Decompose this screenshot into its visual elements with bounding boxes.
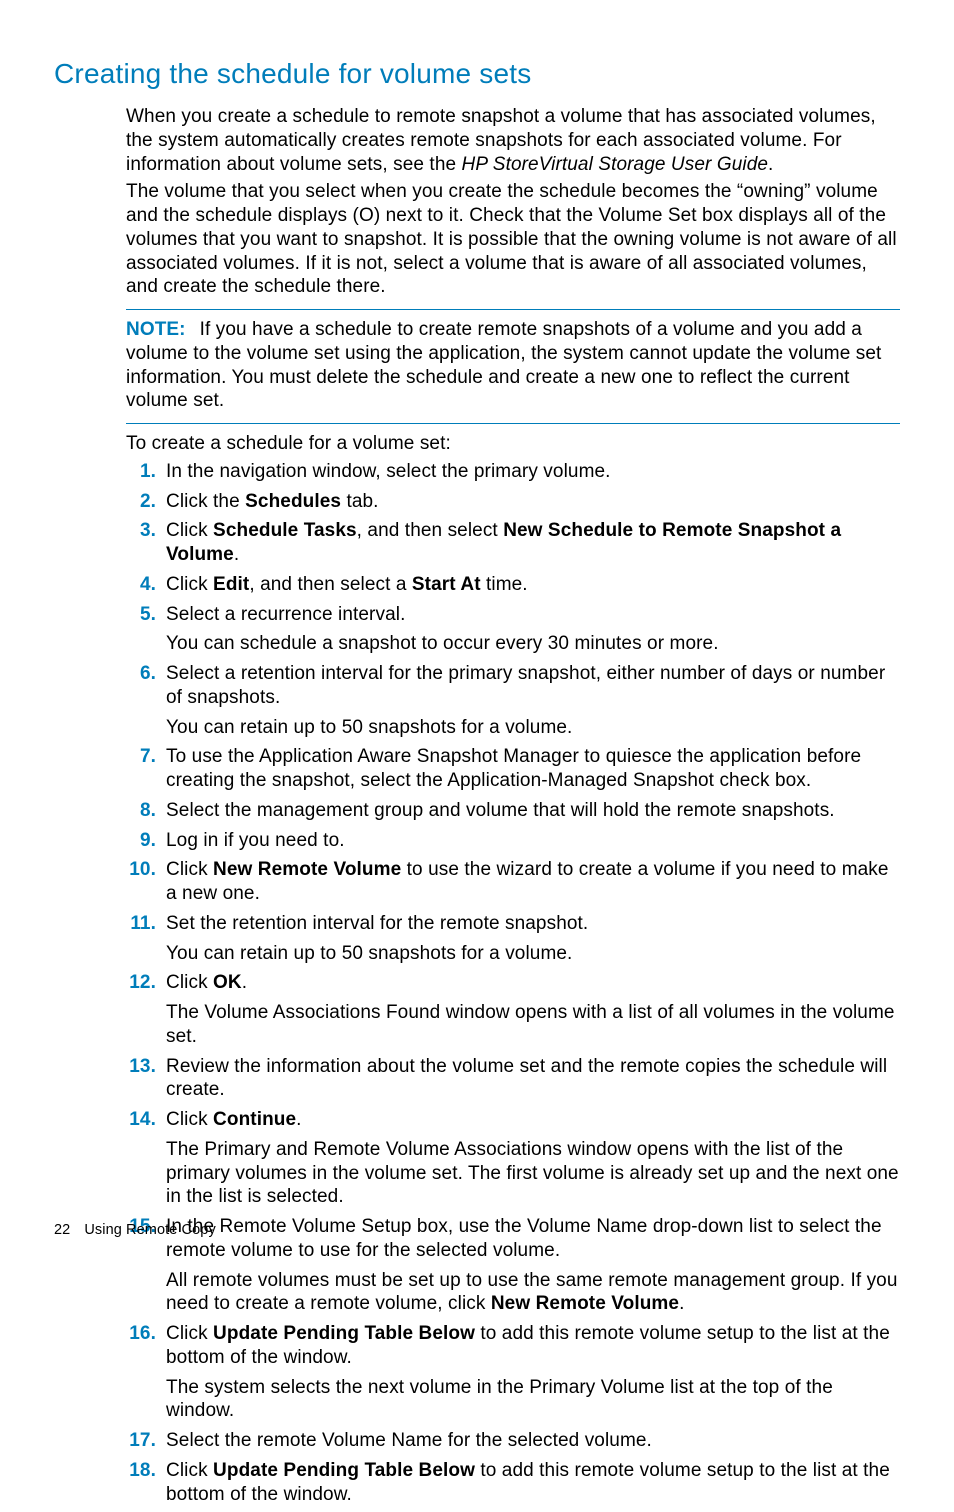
procedure-steps: In the navigation window, select the pri… (126, 460, 900, 1512)
ui-label: Update Pending Table Below (213, 1323, 475, 1344)
step-text: Click Schedule Tasks, and then select Ne… (166, 520, 841, 565)
t: . (242, 972, 247, 993)
step-16: Click Update Pending Table Below to add … (126, 1322, 900, 1429)
step-17: Select the remote Volume Name for the se… (126, 1429, 900, 1459)
section-heading: Creating the schedule for volume sets (54, 56, 900, 91)
ui-label: Edit (213, 574, 249, 595)
ui-label: Start At (412, 574, 481, 595)
t: Click (166, 859, 213, 880)
t: . (234, 544, 239, 565)
t: Click the (166, 491, 245, 512)
note-callout: NOTE:If you have a schedule to create re… (126, 309, 900, 424)
intro-paragraph-1: When you create a schedule to remote sna… (126, 105, 900, 176)
step-2: Click the Schedules tab. (126, 490, 900, 520)
ui-label: OK (213, 972, 242, 993)
step-10: Click New Remote Volume to use the wizar… (126, 858, 900, 912)
step-text: Select a recurrence interval. (166, 604, 405, 625)
step-9: Log in if you need to. (126, 829, 900, 859)
step-1: In the navigation window, select the pri… (126, 460, 900, 490)
step-text: To use the Application Aware Snapshot Ma… (166, 746, 861, 791)
step-text: Click Update Pending Table Below to add … (166, 1323, 890, 1368)
step-text: Review the information about the volume … (166, 1056, 887, 1101)
ui-label: Update Pending Table Below (213, 1460, 475, 1481)
step-subtext: You can retain up to 50 snapshots for a … (166, 942, 900, 966)
intro-paragraph-2: The volume that you select when you crea… (126, 180, 900, 299)
t: Click (166, 1323, 213, 1344)
step-5: Select a recurrence interval. You can sc… (126, 603, 900, 663)
step-12: Click OK. The Volume Associations Found … (126, 971, 900, 1054)
step-6: Select a retention interval for the prim… (126, 662, 900, 745)
step-text: Click OK. (166, 972, 247, 993)
steps-lead-in: To create a schedule for a volume set: (126, 432, 900, 456)
intro-text-1b: . (768, 154, 773, 175)
step-text: Click the Schedules tab. (166, 491, 379, 512)
step-text: Click New Remote Volume to use the wizar… (166, 859, 889, 904)
page-number: 22 (54, 1222, 70, 1238)
t: Click (166, 520, 213, 541)
step-subtext: All remote volumes must be set up to use… (166, 1269, 900, 1317)
t: Click (166, 574, 213, 595)
step-text: In the navigation window, select the pri… (166, 461, 611, 482)
t: . (296, 1109, 301, 1130)
page-footer: 22 Using Remote Copy (54, 1221, 216, 1239)
step-8: Select the management group and volume t… (126, 799, 900, 829)
step-text: Set the retention interval for the remot… (166, 913, 588, 934)
ui-label: Continue (213, 1109, 296, 1130)
step-text: Select the remote Volume Name for the se… (166, 1430, 652, 1451)
step-text: Select a retention interval for the prim… (166, 663, 885, 708)
step-text: Log in if you need to. (166, 830, 345, 851)
step-3: Click Schedule Tasks, and then select Ne… (126, 519, 900, 573)
step-18: Click Update Pending Table Below to add … (126, 1459, 900, 1512)
ui-label: New Remote Volume (213, 859, 401, 880)
t: Click (166, 1109, 213, 1130)
step-text: Click Update Pending Table Below to add … (166, 1460, 890, 1505)
t: , and then select a (249, 574, 412, 595)
step-4: Click Edit, and then select a Start At t… (126, 573, 900, 603)
step-text: Click Edit, and then select a Start At t… (166, 574, 528, 595)
step-15: In the Remote Volume Setup box, use the … (126, 1215, 900, 1322)
step-14: Click Continue. The Primary and Remote V… (126, 1108, 900, 1215)
step-subtext: The Primary and Remote Volume Associatio… (166, 1138, 900, 1209)
t: tab. (341, 491, 378, 512)
ui-label: New Remote Volume (491, 1293, 679, 1314)
note-body: If you have a schedule to create remote … (126, 319, 881, 411)
ui-label: Schedule Tasks (213, 520, 357, 541)
t: . (679, 1293, 684, 1314)
step-text: In the Remote Volume Setup box, use the … (166, 1216, 882, 1261)
step-7: To use the Application Aware Snapshot Ma… (126, 745, 900, 799)
footer-chapter-title: Using Remote Copy (84, 1222, 215, 1238)
book-title: HP StoreVirtual Storage User Guide (462, 154, 769, 175)
step-13: Review the information about the volume … (126, 1055, 900, 1109)
ui-label: Schedules (245, 491, 341, 512)
step-11: Set the retention interval for the remot… (126, 912, 900, 972)
t: Click (166, 1460, 213, 1481)
step-subtext: The Volume Associations Found window ope… (166, 1001, 900, 1049)
step-text: Select the management group and volume t… (166, 800, 835, 821)
step-subtext: You can schedule a snapshot to occur eve… (166, 632, 900, 656)
t: Click (166, 972, 213, 993)
note-label: NOTE: (126, 319, 200, 340)
step-text: Click Continue. (166, 1109, 302, 1130)
t: , and then select (357, 520, 504, 541)
step-subtext: The system selects the next volume in th… (166, 1376, 900, 1424)
t: time. (481, 574, 528, 595)
step-subtext: You can retain up to 50 snapshots for a … (166, 716, 900, 740)
